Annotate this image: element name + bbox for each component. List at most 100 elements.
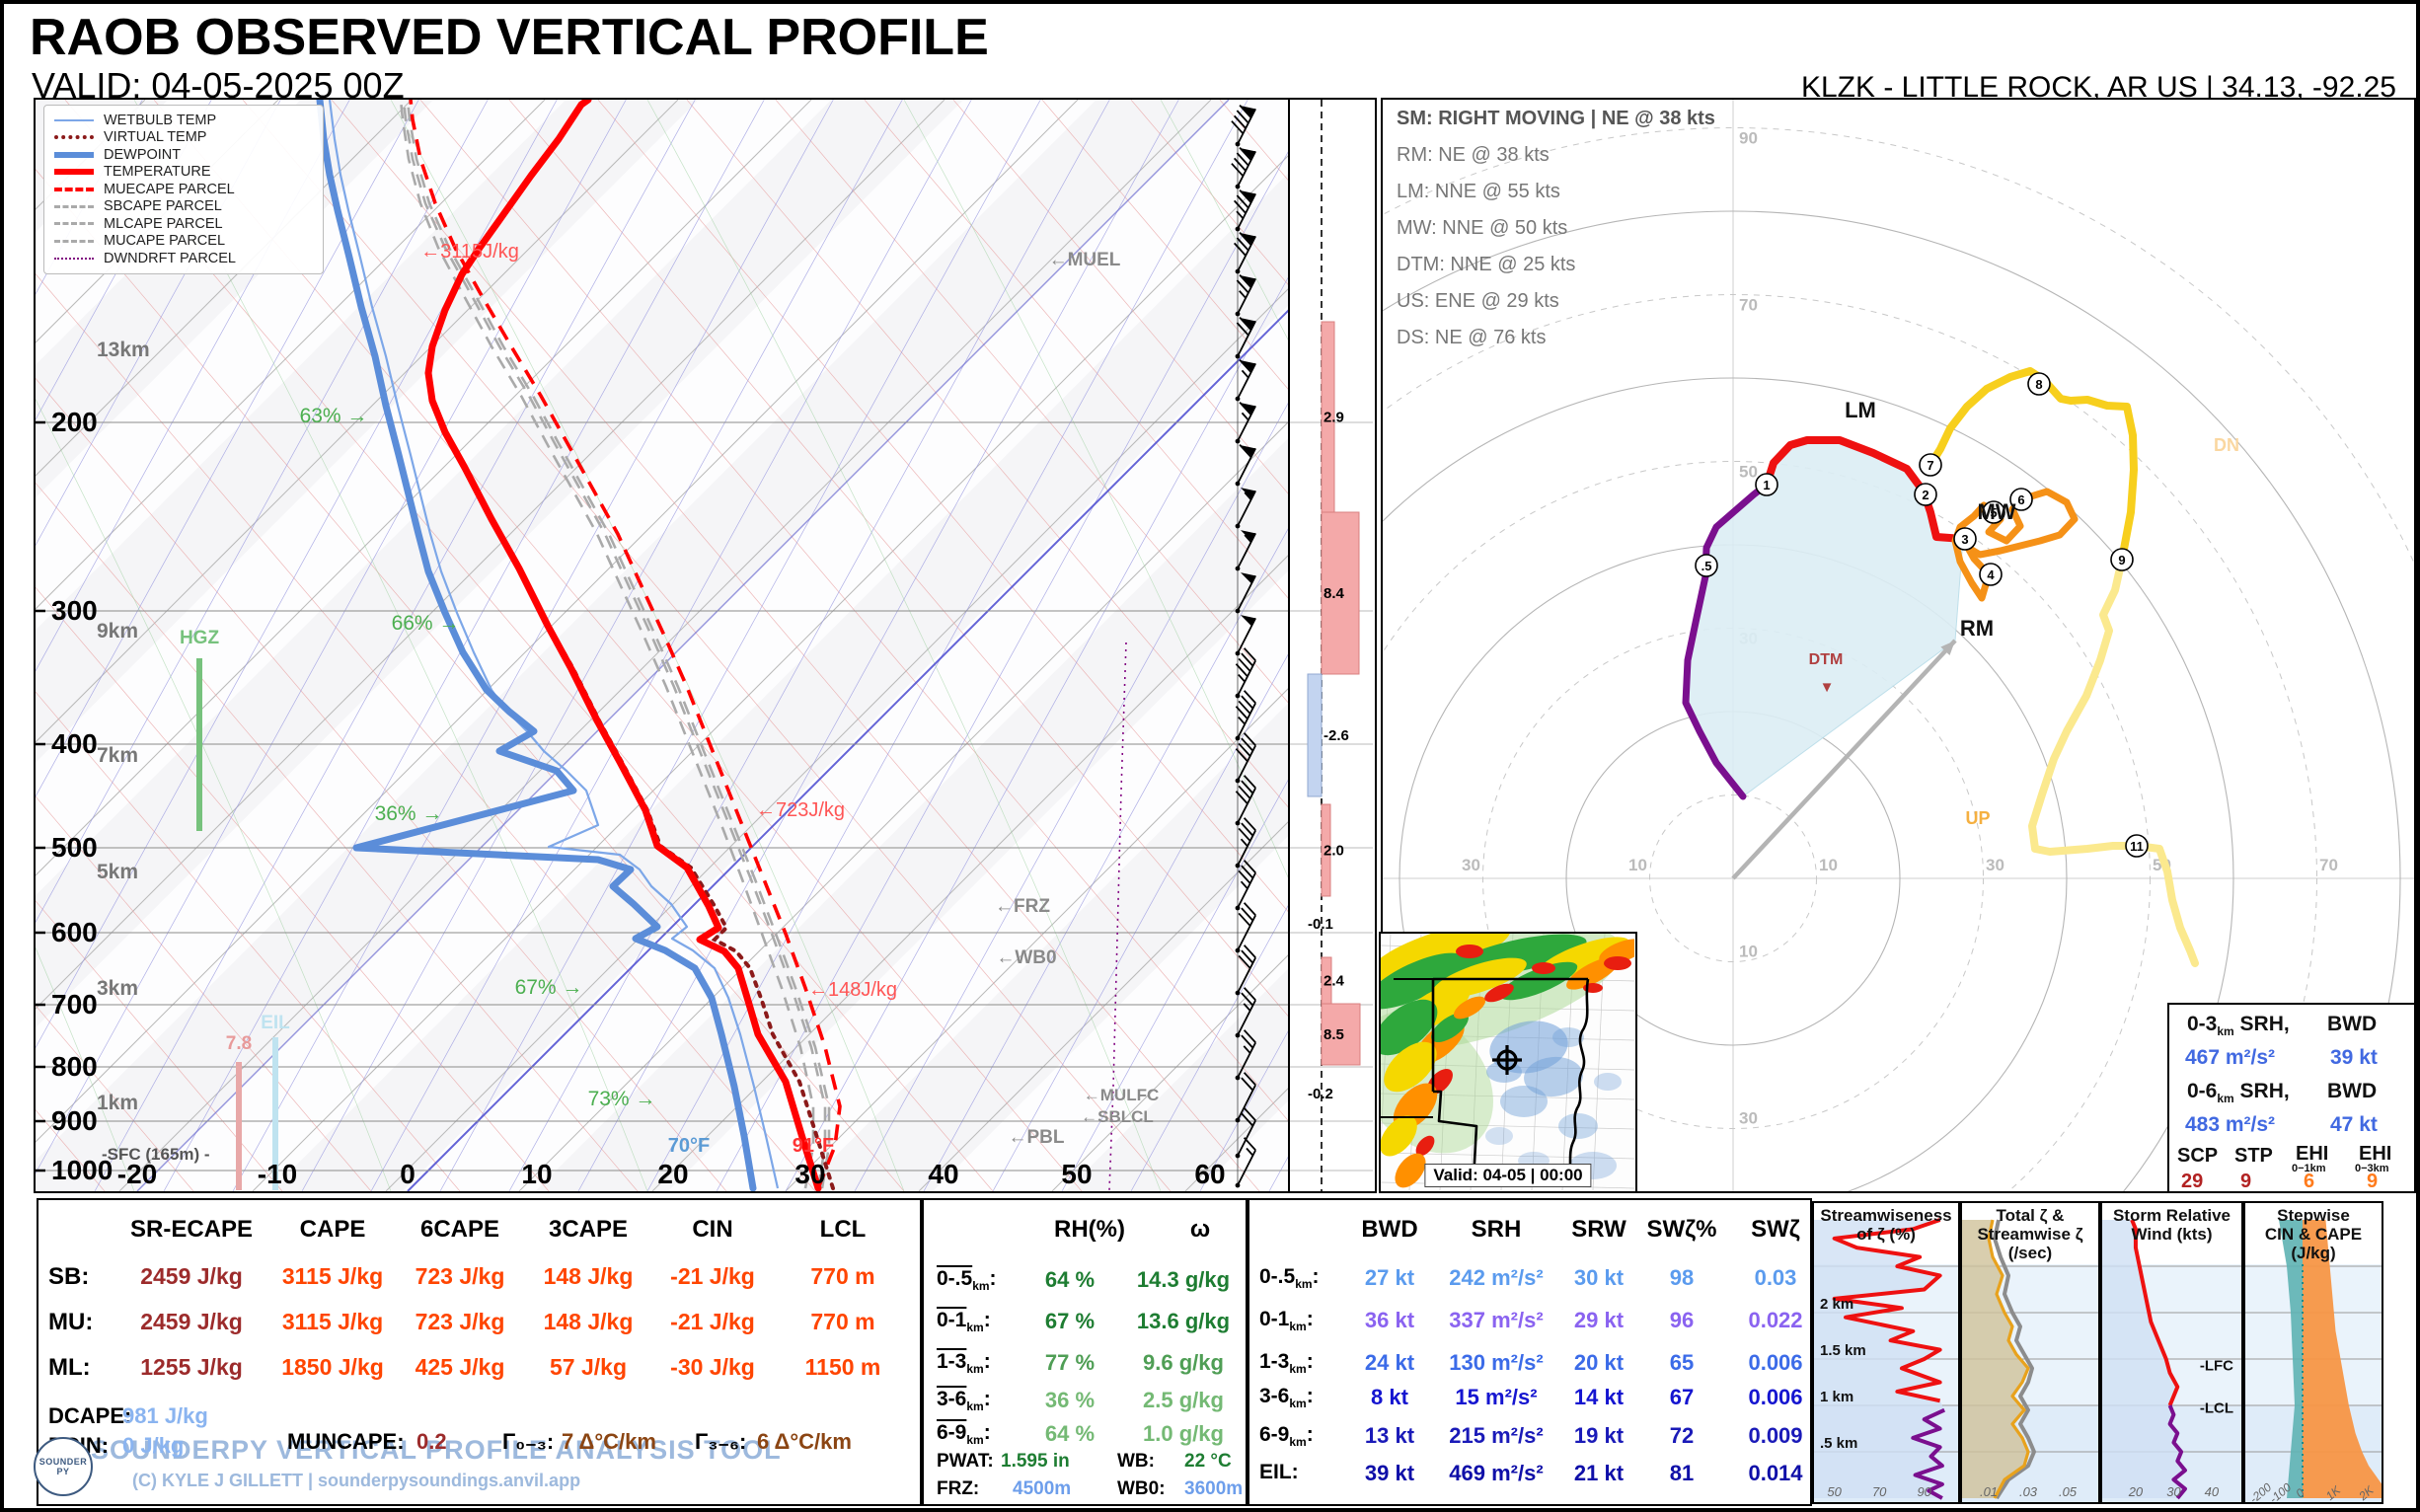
x-tick: .05 (2059, 1484, 2078, 1499)
storm-motion-line: DS: NE @ 76 kts (1397, 327, 1547, 348)
wind-barb (1235, 274, 1256, 317)
ring-label: 10 (1819, 856, 1838, 874)
hodo-label-DN: DN (2214, 435, 2239, 455)
thermo-value: 148 J/kg (543, 1263, 634, 1289)
dtm-marker: ▼ (1820, 679, 1835, 696)
wind-barbs (1231, 105, 1256, 1188)
thermo-value: 425 J/kg (415, 1354, 505, 1380)
kin-row-label: 3-6km: (1259, 1385, 1314, 1411)
legend-line-sample (54, 222, 94, 226)
hodo-trace-lightyellow (2028, 556, 2199, 967)
pressure-label: 700 (51, 989, 98, 1020)
muncape-label: MUNCAPE: (287, 1429, 405, 1454)
storm-motion-line: US: ENE @ 29 kts (1397, 290, 1559, 312)
thermo-value: 148 J/kg (543, 1309, 634, 1334)
srh-0-3-label: 0-3km SRH, (2187, 1013, 2290, 1039)
dcape-value: 981 J/kg (122, 1403, 208, 1428)
streamwiseness-panel: Streamwiseness of ζ (%) 2 km 1.5 km 1 km .5 k… (1812, 1201, 1960, 1504)
wetbulb-curve (328, 99, 780, 1189)
x-tick: 20 (2128, 1484, 2144, 1499)
omega-bar-value: 2.4 (1323, 973, 1345, 990)
wind-barb (1235, 615, 1256, 656)
thermo-value: 770 m (810, 1263, 875, 1289)
rh-row-label: 0-.5km: (937, 1267, 997, 1294)
omega-bar (1307, 673, 1323, 797)
rh-value: 64 % (1044, 1267, 1096, 1292)
ring-label: 30 (1986, 856, 2004, 874)
kin-value: 81 (1669, 1461, 1695, 1485)
thermo-value: 1255 J/kg (140, 1354, 243, 1380)
km-label: 1 km (1820, 1389, 1853, 1405)
hodo-label-RM: RM (1960, 616, 1994, 641)
bwd-0-6-label: BWD (2327, 1080, 2378, 1102)
ehi-0-1-value: 6 (2304, 1171, 2315, 1192)
muncape-value: 0.2 (416, 1429, 447, 1454)
pressure-label: 900 (51, 1105, 98, 1136)
kin-value: 337 m²/s² (1449, 1308, 1544, 1332)
kin-value: 8 kt (1371, 1385, 1408, 1409)
thermo-value: 2459 J/kg (140, 1309, 243, 1334)
legend-line-sample (54, 187, 94, 191)
srh-0-3-value: 467 m²/s² (2185, 1046, 2276, 1069)
kin-value: 15 m²/s² (1455, 1385, 1538, 1409)
page-title: RAOB OBSERVED VERTICAL PROFILE (30, 9, 989, 66)
legend-item-label: MUECAPE PARCEL (104, 181, 235, 197)
storm-motion-line: LM: NNE @ 55 kts (1397, 181, 1560, 202)
height-marker-label: .5 (1702, 559, 1712, 573)
pressure-label: 400 (51, 728, 98, 759)
height-label: 5km (97, 861, 138, 883)
kin-value: 0.014 (1748, 1461, 1803, 1485)
kin-row-label: 0-1km: (1259, 1308, 1314, 1334)
km-label: 2 km (1820, 1296, 1853, 1313)
mixing-ratio-value: 2.5 g/kg (1143, 1388, 1224, 1412)
mixing-ratio-value: 14.3 g/kg (1136, 1267, 1231, 1292)
rh-value: 77 % (1044, 1350, 1096, 1375)
gamma-0-3-value: 7 Δ°C/km (562, 1429, 656, 1454)
wind-barb (1235, 1137, 1256, 1188)
height-marker-label: 9 (2118, 553, 2125, 567)
srh-0-6-value: 483 m²/s² (2185, 1113, 2276, 1136)
omega-plot: 2.9 8.4 -2.6 2.0 2.4 8.5 -0.1 -0.2 (1290, 100, 1373, 1191)
height-marker-label: 8 (2035, 377, 2042, 392)
gamma-3-6-value: 6 Δ°C/km (757, 1429, 852, 1454)
km-label: 1.5 km (1820, 1342, 1866, 1359)
temperature-curve (424, 96, 822, 1192)
x-tick: .03 (2019, 1484, 2038, 1499)
thermo-value: 1150 m (804, 1354, 881, 1380)
omega-bar-value: 2.9 (1323, 410, 1344, 426)
scp-label: SCP (2177, 1145, 2219, 1167)
omega-extra-value: -0.2 (1308, 1086, 1333, 1102)
kin-col-header: BWD (1361, 1216, 1418, 1243)
wind-barb (1235, 402, 1256, 444)
bwd-0-3-value: 39 kt (2330, 1046, 2378, 1069)
radar-valid-label: Valid: 04-05 | 00:00 (1424, 1164, 1592, 1187)
wb-value: 22 °C (1184, 1451, 1232, 1472)
kin-value: 469 m²/s² (1449, 1461, 1544, 1485)
legend-line-sample (54, 169, 94, 176)
rh-row-label: 0-1km: (937, 1309, 991, 1335)
kin-value: 0.006 (1748, 1385, 1803, 1409)
height-marker-label: 1 (1763, 478, 1770, 492)
rh-value: 36 % (1044, 1388, 1096, 1412)
x-tick: .01 (1980, 1484, 1998, 1499)
km-label: .5 km (1820, 1435, 1857, 1452)
height-marker-label: 7 (1927, 458, 1933, 473)
level-annotation: ←MULFC (1084, 1086, 1159, 1104)
kin-col-header: SRW (1571, 1216, 1626, 1243)
kin-value: 29 kt (1573, 1308, 1625, 1332)
radar-map (1357, 922, 1646, 1191)
rh-annotation: 63% → (300, 405, 368, 427)
legend-line-sample (54, 257, 94, 260)
omega-extra-value: -0.1 (1308, 916, 1333, 933)
isotherm-0c (407, 99, 1500, 1192)
kin-value: 14 kt (1573, 1385, 1625, 1409)
wb0-value: 3600m (1184, 1478, 1244, 1499)
kin-value: 39 kt (1364, 1461, 1415, 1485)
hodo-label-UP: UP (1965, 808, 1990, 828)
pressure-label: 500 (51, 832, 98, 863)
wind-barb (1235, 690, 1256, 741)
thermo-col-header: CAPE (299, 1216, 366, 1243)
kin-value: 0.022 (1748, 1308, 1803, 1332)
bwd-0-3-label: BWD (2327, 1013, 2378, 1035)
kin-value: 19 kt (1573, 1423, 1625, 1448)
